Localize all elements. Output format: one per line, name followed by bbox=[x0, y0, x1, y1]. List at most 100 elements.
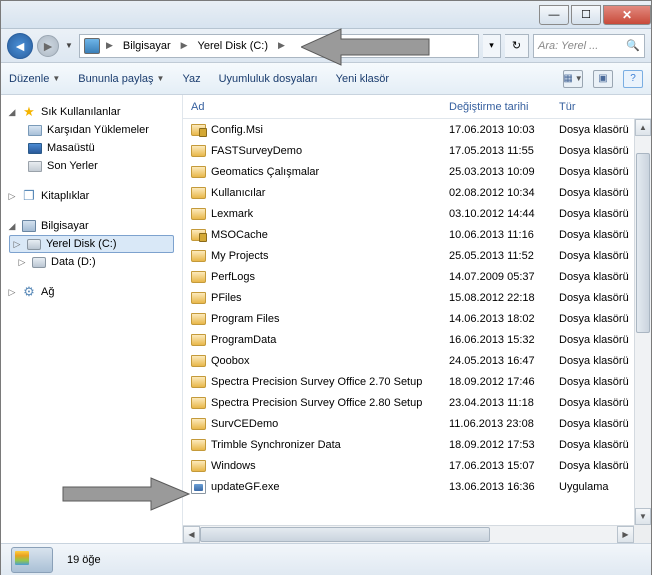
address-dropdown[interactable]: ▾ bbox=[483, 34, 501, 58]
organize-menu[interactable]: Düzenle▼ bbox=[9, 73, 60, 85]
vertical-scrollbar[interactable]: ▲ ▼ bbox=[634, 119, 651, 525]
folder-icon bbox=[191, 229, 206, 241]
file-date: 17.05.2013 11:55 bbox=[449, 145, 559, 157]
preview-pane-button[interactable]: ▣ bbox=[593, 70, 613, 88]
file-row[interactable]: PerfLogs14.07.2009 05:37Dosya klasörü bbox=[183, 266, 651, 287]
file-row[interactable]: Trimble Synchronizer Data18.09.2012 17:5… bbox=[183, 434, 651, 455]
folder-icon bbox=[191, 313, 206, 325]
toolbar: Düzenle▼ Bununla paylaş▼ Yaz Uyumluluk d… bbox=[1, 63, 651, 95]
search-icon[interactable]: 🔍 bbox=[626, 39, 640, 52]
burn-button[interactable]: Yaz bbox=[182, 73, 200, 85]
file-date: 14.07.2009 05:37 bbox=[449, 271, 559, 283]
application-icon bbox=[191, 480, 206, 494]
file-list: Ad Değiştirme tarihi Tür Config.Msi17.06… bbox=[183, 95, 651, 543]
folder-icon bbox=[191, 124, 206, 136]
folder-icon bbox=[191, 292, 206, 304]
refresh-button[interactable]: ↻ bbox=[505, 34, 529, 58]
status-bar: 19 öğe bbox=[1, 543, 651, 575]
chevron-right-icon[interactable]: ▶ bbox=[104, 40, 115, 51]
file-row[interactable]: MSOCache10.06.2013 11:16Dosya klasörü bbox=[183, 224, 651, 245]
file-row[interactable]: Qoobox24.05.2013 16:47Dosya klasörü bbox=[183, 350, 651, 371]
file-name: Lexmark bbox=[211, 208, 449, 220]
recent-icon bbox=[28, 161, 42, 172]
file-date: 24.05.2013 16:47 bbox=[449, 355, 559, 367]
share-menu[interactable]: Bununla paylaş▼ bbox=[78, 73, 164, 85]
file-name: My Projects bbox=[211, 250, 449, 262]
chevron-right-icon[interactable]: ▶ bbox=[179, 40, 190, 51]
tree-drive-c[interactable]: ▷ Yerel Disk (C:) bbox=[9, 235, 174, 253]
scroll-up-button[interactable]: ▲ bbox=[635, 119, 651, 136]
compat-files-button[interactable]: Uyumluluk dosyaları bbox=[219, 73, 318, 85]
file-name: updateGF.exe bbox=[211, 481, 449, 493]
scroll-corner bbox=[634, 525, 651, 543]
file-row[interactable]: My Projects25.05.2013 11:52Dosya klasörü bbox=[183, 245, 651, 266]
breadcrumb-drive-c[interactable]: Yerel Disk (C:) bbox=[194, 38, 273, 54]
file-row[interactable]: Program Files14.06.2013 18:02Dosya klasö… bbox=[183, 308, 651, 329]
close-button[interactable]: ✕ bbox=[603, 5, 651, 25]
scroll-thumb[interactable] bbox=[636, 153, 650, 333]
file-row[interactable]: PFiles15.08.2012 22:18Dosya klasörü bbox=[183, 287, 651, 308]
tree-desktop[interactable]: Masaüstü bbox=[1, 139, 182, 157]
tree-network[interactable]: ▷⚙ Ağ bbox=[1, 283, 182, 301]
minimize-button[interactable]: — bbox=[539, 5, 569, 25]
col-header-date[interactable]: Değiştirme tarihi bbox=[449, 101, 559, 113]
help-button[interactable]: ? bbox=[623, 70, 643, 88]
drive-summary-icon bbox=[11, 547, 53, 573]
file-row[interactable]: Kullanıcılar02.08.2012 10:34Dosya klasör… bbox=[183, 182, 651, 203]
tree-downloads[interactable]: Karşıdan Yüklemeler bbox=[1, 121, 182, 139]
file-row[interactable]: ProgramData16.06.2013 15:32Dosya klasörü bbox=[183, 329, 651, 350]
tree-computer[interactable]: ◢ Bilgisayar bbox=[1, 217, 182, 235]
file-row[interactable]: updateGF.exe13.06.2013 16:36Uygulama bbox=[183, 476, 651, 497]
file-row[interactable]: FASTSurveyDemo17.05.2013 11:55Dosya klas… bbox=[183, 140, 651, 161]
file-name: SurvCEDemo bbox=[211, 418, 449, 430]
col-header-name[interactable]: Ad bbox=[191, 101, 449, 113]
file-row[interactable]: Config.Msi17.06.2013 10:03Dosya klasörü bbox=[183, 119, 651, 140]
tree-favorites[interactable]: ◢★ Sık Kullanılanlar bbox=[1, 103, 182, 121]
history-dropdown[interactable]: ▼ bbox=[63, 41, 75, 50]
titlebar: — ☐ ✕ bbox=[1, 1, 651, 29]
file-name: Windows bbox=[211, 460, 449, 472]
file-name: Qoobox bbox=[211, 355, 449, 367]
file-name: Spectra Precision Survey Office 2.70 Set… bbox=[211, 376, 449, 388]
navbar: ◄ ► ▼ ▶ Bilgisayar ▶ Yerel Disk (C:) ▶ ▾… bbox=[1, 29, 651, 63]
folder-icon bbox=[191, 460, 206, 472]
file-row[interactable]: Lexmark03.10.2012 14:44Dosya klasörü bbox=[183, 203, 651, 224]
maximize-button[interactable]: ☐ bbox=[571, 5, 601, 25]
file-date: 15.08.2012 22:18 bbox=[449, 292, 559, 304]
scroll-thumb[interactable] bbox=[200, 527, 490, 542]
view-options-button[interactable]: ▦▼ bbox=[563, 70, 583, 88]
file-date: 11.06.2013 23:08 bbox=[449, 418, 559, 430]
file-date: 02.08.2012 10:34 bbox=[449, 187, 559, 199]
tree-recent[interactable]: Son Yerler bbox=[1, 157, 182, 175]
folder-icon bbox=[191, 355, 206, 367]
forward-button[interactable]: ► bbox=[37, 35, 59, 57]
nav-tree: ◢★ Sık Kullanılanlar Karşıdan Yüklemeler… bbox=[1, 95, 183, 543]
tree-libraries[interactable]: ▷❐ Kitaplıklar bbox=[1, 187, 182, 205]
file-date: 13.06.2013 16:36 bbox=[449, 481, 559, 493]
file-name: Spectra Precision Survey Office 2.80 Set… bbox=[211, 397, 449, 409]
horizontal-scrollbar[interactable]: ◀ ▶ bbox=[183, 525, 634, 543]
file-row[interactable]: Windows17.06.2013 15:07Dosya klasörü bbox=[183, 455, 651, 476]
scroll-left-button[interactable]: ◀ bbox=[183, 526, 200, 543]
new-folder-button[interactable]: Yeni klasör bbox=[336, 73, 389, 85]
file-row[interactable]: Spectra Precision Survey Office 2.80 Set… bbox=[183, 392, 651, 413]
file-date: 23.04.2013 11:18 bbox=[449, 397, 559, 409]
scroll-right-button[interactable]: ▶ bbox=[617, 526, 634, 543]
address-bar[interactable]: ▶ Bilgisayar ▶ Yerel Disk (C:) ▶ bbox=[79, 34, 479, 58]
file-row[interactable]: Spectra Precision Survey Office 2.70 Set… bbox=[183, 371, 651, 392]
file-name: FASTSurveyDemo bbox=[211, 145, 449, 157]
chevron-right-icon[interactable]: ▶ bbox=[276, 40, 287, 51]
file-row[interactable]: SurvCEDemo11.06.2013 23:08Dosya klasörü bbox=[183, 413, 651, 434]
file-row[interactable]: Geomatics Çalışmalar25.03.2013 10:09Dosy… bbox=[183, 161, 651, 182]
back-button[interactable]: ◄ bbox=[7, 33, 33, 59]
scroll-down-button[interactable]: ▼ bbox=[635, 508, 651, 525]
tree-drive-d[interactable]: ▷ Data (D:) bbox=[1, 253, 182, 271]
file-date: 03.10.2012 14:44 bbox=[449, 208, 559, 220]
breadcrumb-computer[interactable]: Bilgisayar bbox=[119, 38, 175, 54]
search-input[interactable]: Ara: Yerel ... 🔍 bbox=[533, 34, 645, 58]
file-name: Geomatics Çalışmalar bbox=[211, 166, 449, 178]
folder-icon bbox=[191, 418, 206, 430]
file-name: PerfLogs bbox=[211, 271, 449, 283]
file-name: Config.Msi bbox=[211, 124, 449, 136]
col-header-type[interactable]: Tür bbox=[559, 101, 651, 113]
